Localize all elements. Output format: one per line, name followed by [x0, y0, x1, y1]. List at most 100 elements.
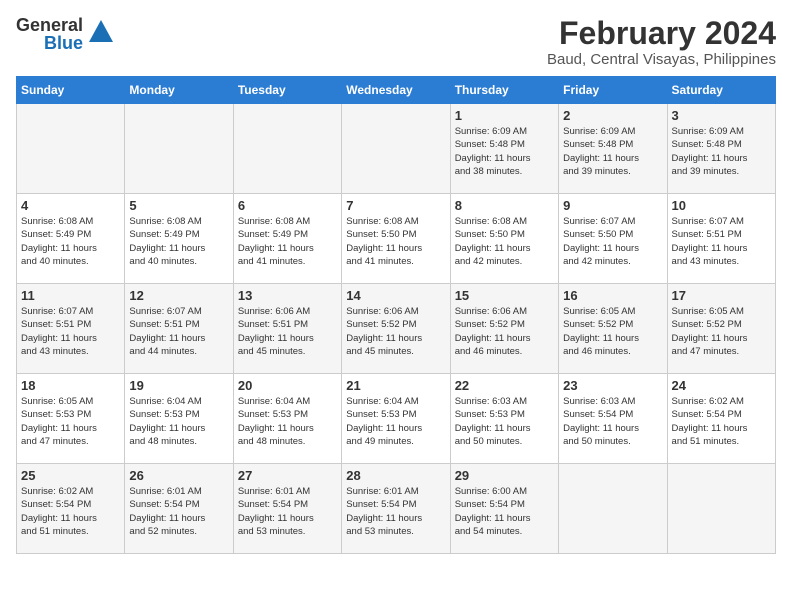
- day-number: 9: [563, 198, 662, 213]
- day-number: 12: [129, 288, 228, 303]
- calendar-cell: 7 Sunrise: 6:08 AM Sunset: 5:50 PM Daylig…: [342, 194, 450, 284]
- day-number: 17: [672, 288, 771, 303]
- calendar-cell: 5 Sunrise: 6:08 AM Sunset: 5:49 PM Daylig…: [125, 194, 233, 284]
- calendar-week-row: 11 Sunrise: 6:07 AM Sunset: 5:51 PM Dayli…: [17, 284, 776, 374]
- day-number: 3: [672, 108, 771, 123]
- day-info: Sunrise: 6:06 AM Sunset: 5:52 PM Dayligh…: [346, 305, 445, 358]
- day-info: Sunrise: 6:09 AM Sunset: 5:48 PM Dayligh…: [455, 125, 554, 178]
- day-number: 22: [455, 378, 554, 393]
- day-info: Sunrise: 6:01 AM Sunset: 5:54 PM Dayligh…: [346, 485, 445, 538]
- calendar-cell: 3 Sunrise: 6:09 AM Sunset: 5:48 PM Daylig…: [667, 104, 775, 194]
- day-number: 14: [346, 288, 445, 303]
- calendar-cell: 21 Sunrise: 6:04 AM Sunset: 5:53 PM Dayli…: [342, 374, 450, 464]
- day-number: 16: [563, 288, 662, 303]
- calendar-table: SundayMondayTuesdayWednesdayThursdayFrid…: [16, 76, 776, 554]
- calendar-cell: 12 Sunrise: 6:07 AM Sunset: 5:51 PM Dayli…: [125, 284, 233, 374]
- calendar-cell: [125, 104, 233, 194]
- day-number: 28: [346, 468, 445, 483]
- day-number: 24: [672, 378, 771, 393]
- calendar-cell: 2 Sunrise: 6:09 AM Sunset: 5:48 PM Daylig…: [559, 104, 667, 194]
- day-info: Sunrise: 6:08 AM Sunset: 5:49 PM Dayligh…: [238, 215, 337, 268]
- calendar-cell: 18Sunrise: 6:05 AM Sunset: 5:53 PM Dayli…: [17, 374, 125, 464]
- day-info: Sunrise: 6:08 AM Sunset: 5:49 PM Dayligh…: [21, 215, 120, 268]
- day-number: 7: [346, 198, 445, 213]
- calendar-cell: 1Sunrise: 6:09 AM Sunset: 5:48 PM Daylig…: [450, 104, 558, 194]
- day-info: Sunrise: 6:03 AM Sunset: 5:53 PM Dayligh…: [455, 395, 554, 448]
- day-number: 19: [129, 378, 228, 393]
- calendar-cell: 17 Sunrise: 6:05 AM Sunset: 5:52 PM Dayli…: [667, 284, 775, 374]
- day-number: 25: [21, 468, 120, 483]
- day-info: Sunrise: 6:05 AM Sunset: 5:53 PM Dayligh…: [21, 395, 120, 448]
- day-number: 23: [563, 378, 662, 393]
- day-info: Sunrise: 6:06 AM Sunset: 5:51 PM Dayligh…: [238, 305, 337, 358]
- day-number: 26: [129, 468, 228, 483]
- day-number: 13: [238, 288, 337, 303]
- calendar-week-row: 25 Sunrise: 6:02 AM Sunset: 5:54 PM Dayli…: [17, 464, 776, 554]
- calendar-cell: 22 Sunrise: 6:03 AM Sunset: 5:53 PM Dayli…: [450, 374, 558, 464]
- calendar-header-friday: Friday: [559, 77, 667, 104]
- day-info: Sunrise: 6:09 AM Sunset: 5:48 PM Dayligh…: [563, 125, 662, 178]
- day-info: Sunrise: 6:06 AM Sunset: 5:52 PM Dayligh…: [455, 305, 554, 358]
- calendar-cell: 10 Sunrise: 6:07 AM Sunset: 5:51 PM Dayli…: [667, 194, 775, 284]
- day-number: 15: [455, 288, 554, 303]
- calendar-cell: [667, 464, 775, 554]
- day-info: Sunrise: 6:07 AM Sunset: 5:51 PM Dayligh…: [672, 215, 771, 268]
- calendar-header-row: SundayMondayTuesdayWednesdayThursdayFrid…: [17, 77, 776, 104]
- day-number: 8: [455, 198, 554, 213]
- day-info: Sunrise: 6:03 AM Sunset: 5:54 PM Dayligh…: [563, 395, 662, 448]
- calendar-cell: 29 Sunrise: 6:00 AM Sunset: 5:54 PM Dayli…: [450, 464, 558, 554]
- day-info: Sunrise: 6:07 AM Sunset: 5:50 PM Dayligh…: [563, 215, 662, 268]
- day-info: Sunrise: 6:04 AM Sunset: 5:53 PM Dayligh…: [129, 395, 228, 448]
- calendar-cell: 13 Sunrise: 6:06 AM Sunset: 5:51 PM Dayli…: [233, 284, 341, 374]
- calendar-cell: 8Sunrise: 6:08 AM Sunset: 5:50 PM Daylig…: [450, 194, 558, 284]
- calendar-cell: 20 Sunrise: 6:04 AM Sunset: 5:53 PM Dayli…: [233, 374, 341, 464]
- day-number: 10: [672, 198, 771, 213]
- calendar-header-monday: Monday: [125, 77, 233, 104]
- day-info: Sunrise: 6:02 AM Sunset: 5:54 PM Dayligh…: [21, 485, 120, 538]
- calendar-week-row: 1Sunrise: 6:09 AM Sunset: 5:48 PM Daylig…: [17, 104, 776, 194]
- day-number: 6: [238, 198, 337, 213]
- logo-general-text: General: [16, 16, 83, 34]
- day-info: Sunrise: 6:04 AM Sunset: 5:53 PM Dayligh…: [346, 395, 445, 448]
- day-info: Sunrise: 6:05 AM Sunset: 5:52 PM Dayligh…: [672, 305, 771, 358]
- calendar-cell: 25 Sunrise: 6:02 AM Sunset: 5:54 PM Dayli…: [17, 464, 125, 554]
- calendar-header-sunday: Sunday: [17, 77, 125, 104]
- day-info: Sunrise: 6:09 AM Sunset: 5:48 PM Dayligh…: [672, 125, 771, 178]
- day-number: 2: [563, 108, 662, 123]
- calendar-header-tuesday: Tuesday: [233, 77, 341, 104]
- calendar-cell: [233, 104, 341, 194]
- day-number: 5: [129, 198, 228, 213]
- day-info: Sunrise: 6:01 AM Sunset: 5:54 PM Dayligh…: [129, 485, 228, 538]
- day-number: 29: [455, 468, 554, 483]
- day-info: Sunrise: 6:05 AM Sunset: 5:52 PM Dayligh…: [563, 305, 662, 358]
- calendar-cell: 9 Sunrise: 6:07 AM Sunset: 5:50 PM Daylig…: [559, 194, 667, 284]
- calendar-cell: 26 Sunrise: 6:01 AM Sunset: 5:54 PM Dayli…: [125, 464, 233, 554]
- day-number: 4: [21, 198, 120, 213]
- day-info: Sunrise: 6:02 AM Sunset: 5:54 PM Dayligh…: [672, 395, 771, 448]
- calendar-cell: 4 Sunrise: 6:08 AM Sunset: 5:49 PM Daylig…: [17, 194, 125, 284]
- calendar-header-wednesday: Wednesday: [342, 77, 450, 104]
- calendar-cell: 28 Sunrise: 6:01 AM Sunset: 5:54 PM Dayli…: [342, 464, 450, 554]
- day-info: Sunrise: 6:08 AM Sunset: 5:50 PM Dayligh…: [346, 215, 445, 268]
- calendar-cell: [559, 464, 667, 554]
- day-info: Sunrise: 6:01 AM Sunset: 5:54 PM Dayligh…: [238, 485, 337, 538]
- calendar-header-thursday: Thursday: [450, 77, 558, 104]
- calendar-cell: 27 Sunrise: 6:01 AM Sunset: 5:54 PM Dayli…: [233, 464, 341, 554]
- day-info: Sunrise: 6:07 AM Sunset: 5:51 PM Dayligh…: [21, 305, 120, 358]
- logo-icon: [87, 18, 115, 51]
- calendar-cell: 23 Sunrise: 6:03 AM Sunset: 5:54 PM Dayli…: [559, 374, 667, 464]
- day-number: 27: [238, 468, 337, 483]
- title-area: February 2024 Baud, Central Visayas, Phi…: [547, 16, 776, 68]
- day-info: Sunrise: 6:08 AM Sunset: 5:49 PM Dayligh…: [129, 215, 228, 268]
- day-info: Sunrise: 6:04 AM Sunset: 5:53 PM Dayligh…: [238, 395, 337, 448]
- day-number: 11: [21, 288, 120, 303]
- calendar-cell: 11 Sunrise: 6:07 AM Sunset: 5:51 PM Dayli…: [17, 284, 125, 374]
- calendar-header-saturday: Saturday: [667, 77, 775, 104]
- month-year-title: February 2024: [547, 16, 776, 51]
- calendar-cell: 24 Sunrise: 6:02 AM Sunset: 5:54 PM Dayli…: [667, 374, 775, 464]
- calendar-cell: [342, 104, 450, 194]
- day-info: Sunrise: 6:07 AM Sunset: 5:51 PM Dayligh…: [129, 305, 228, 358]
- day-number: 20: [238, 378, 337, 393]
- day-info: Sunrise: 6:00 AM Sunset: 5:54 PM Dayligh…: [455, 485, 554, 538]
- day-number: 21: [346, 378, 445, 393]
